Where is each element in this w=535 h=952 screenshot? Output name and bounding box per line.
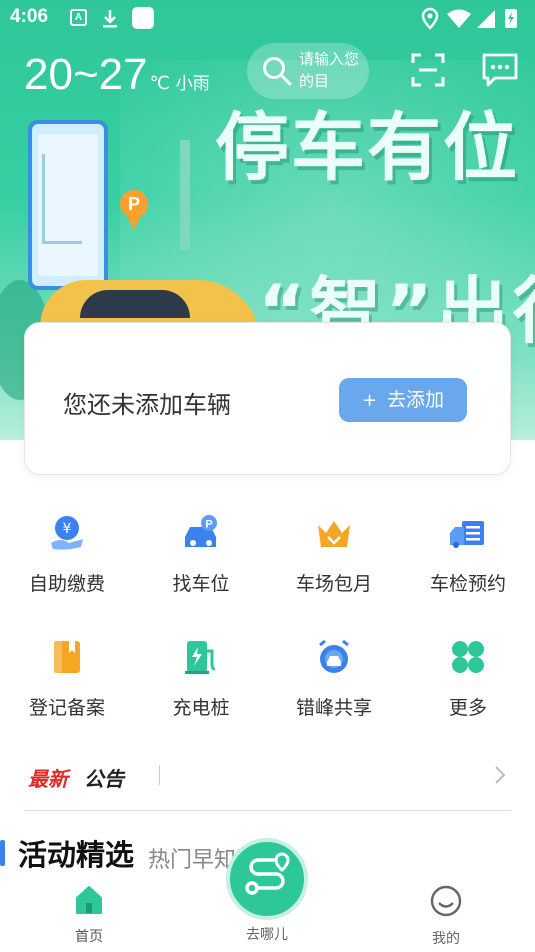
signal-icon <box>477 10 495 28</box>
shared-alarm-icon <box>314 637 354 677</box>
self-pay-icon: ¥ <box>47 513 87 553</box>
temperature-unit: ℃ <box>149 73 170 94</box>
scan-icon <box>411 53 445 87</box>
charging-pile-icon <box>181 637 221 677</box>
tab-where-label: 去哪儿 <box>246 927 288 943</box>
smiley-profile-icon <box>391 884 501 922</box>
service-label: 登记备案 <box>28 697 105 719</box>
service-label: 找车位 <box>172 573 230 595</box>
announcement-bar[interactable]: 最新 公告 <box>24 755 511 811</box>
a-notification-icon: A <box>70 9 87 26</box>
tab-home-label: 首页 <box>75 929 103 945</box>
status-time: 4:06 <box>10 6 49 27</box>
inspection-truck-icon <box>448 513 488 553</box>
service-label: 充电桩 <box>172 697 230 719</box>
app-square-icon <box>132 7 154 29</box>
service-inspection[interactable]: 车检预约 <box>401 513 535 596</box>
tower-illustration <box>180 140 190 250</box>
announcement-title-black: 公告 <box>84 767 124 791</box>
weather-condition: 小雨 <box>175 74 210 94</box>
service-label: 车场包月 <box>295 573 372 595</box>
find-parking-icon: P <box>181 513 221 553</box>
service-label: 更多 <box>448 697 487 719</box>
status-right-icons <box>417 6 527 30</box>
service-more[interactable]: 更多 <box>401 637 535 720</box>
route-icon <box>245 852 290 895</box>
announcement-title-red: 最新 <box>28 767 68 791</box>
wifi-icon <box>447 9 471 28</box>
register-book-icon <box>47 637 87 677</box>
section-accent-bar <box>0 840 5 866</box>
service-label: 错峰共享 <box>295 697 372 719</box>
location-icon <box>421 7 439 30</box>
service-charging[interactable]: 充电桩 <box>134 637 268 720</box>
message-button[interactable] <box>481 52 519 88</box>
parking-pin-icon: P <box>120 190 150 230</box>
tab-home[interactable]: 首页 <box>34 884 144 946</box>
add-vehicle-button[interactable]: + 去添加 <box>339 378 467 422</box>
service-find-parking[interactable]: P 找车位 <box>134 513 268 596</box>
no-vehicle-message: 您还未添加车辆 <box>63 391 231 419</box>
search-icon <box>261 55 293 91</box>
banner-slogan-line1: 停车有位 <box>215 105 519 191</box>
where-to-fab[interactable] <box>226 838 308 920</box>
battery-charging-icon <box>505 9 517 28</box>
search-input[interactable]: 请输入您的目 <box>247 43 369 99</box>
phone-illustration <box>28 120 108 290</box>
vehicle-card: 您还未添加车辆 + 去添加 <box>24 322 511 475</box>
svg-text:¥: ¥ <box>63 521 72 537</box>
plus-icon: + <box>361 390 378 411</box>
home-icon <box>34 884 144 920</box>
service-off-peak-share[interactable]: 错峰共享 <box>267 637 401 720</box>
download-icon <box>102 9 118 33</box>
activities-title: 活动精选 <box>18 838 135 872</box>
monthly-crown-icon <box>314 513 354 553</box>
status-bar: 4:06 A <box>0 0 535 36</box>
weather-widget[interactable]: 20~27 ℃ 小雨 <box>24 50 210 100</box>
search-placeholder: 请输入您的目 <box>299 50 359 90</box>
announcement-divider <box>159 765 160 785</box>
service-label: 自助缴费 <box>28 573 105 595</box>
svg-text:P: P <box>205 519 212 531</box>
service-label: 车检预约 <box>429 573 506 595</box>
service-self-pay[interactable]: ¥ 自助缴费 <box>0 513 134 596</box>
tab-mine-label: 我的 <box>432 931 460 947</box>
tab-mine[interactable]: 我的 <box>391 884 501 948</box>
chevron-right-icon[interactable] <box>493 763 507 791</box>
more-clover-icon <box>448 637 488 677</box>
temperature-range: 20~27 <box>24 50 148 99</box>
service-monthly-parking[interactable]: 车场包月 <box>267 513 401 596</box>
scan-button[interactable] <box>410 52 446 88</box>
add-vehicle-label: 去添加 <box>387 389 445 411</box>
service-register[interactable]: 登记备案 <box>0 637 134 720</box>
message-icon <box>482 53 518 87</box>
